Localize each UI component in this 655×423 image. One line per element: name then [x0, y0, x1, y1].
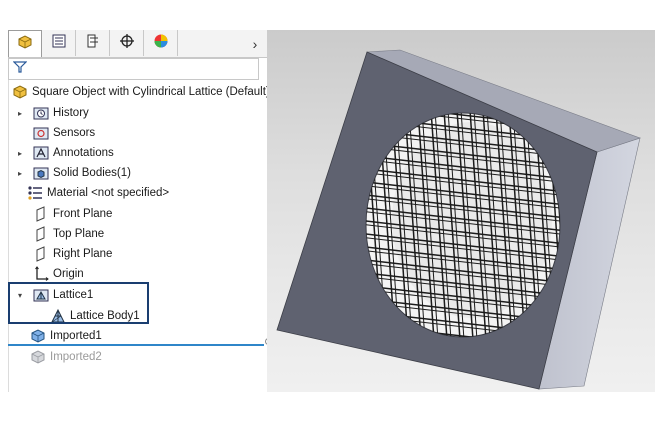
tree-item-front-plane[interactable]: Front Plane	[13, 204, 112, 224]
imported-body-icon	[30, 349, 46, 365]
property-manager-icon	[51, 33, 67, 54]
expand-arrow-icon[interactable]: ▸	[15, 168, 25, 178]
expand-arrow-icon[interactable]: ▸	[15, 148, 25, 158]
plane-icon	[33, 226, 49, 242]
tree-root-part[interactable]: Square Object with Cylindrical Lattice (…	[12, 82, 270, 102]
part-icon	[12, 84, 28, 100]
tree-item-label: Top Plane	[53, 228, 105, 240]
tree-item-history[interactable]: ▸ History	[13, 103, 89, 123]
tree-item-top-plane[interactable]: Top Plane	[13, 224, 104, 244]
rollback-bar[interactable]	[8, 344, 264, 346]
tab-configuration-manager[interactable]	[76, 30, 110, 56]
tab-display-manager[interactable]	[144, 30, 178, 56]
tree-item-label: Front Plane	[53, 208, 113, 220]
dimxpert-icon	[119, 33, 135, 54]
display-manager-icon	[153, 33, 169, 54]
filter-icon	[12, 60, 28, 79]
tree-item-label: Origin	[53, 268, 84, 280]
feature-tree-filter[interactable]	[8, 58, 259, 80]
tree-item-material[interactable]: Material <not specified>	[13, 183, 169, 203]
model-view	[276, 49, 641, 390]
tree-item-imported2[interactable]: Imported2	[13, 347, 102, 367]
tab-dimxpert-manager[interactable]	[110, 30, 144, 56]
expand-arrow-icon[interactable]: ▸	[15, 108, 25, 118]
tree-item-label: Imported2	[50, 351, 102, 363]
tab-property-manager[interactable]	[42, 30, 76, 56]
imported-body-icon	[30, 328, 46, 344]
tree-item-label: Imported1	[50, 330, 102, 342]
tree-item-label: Right Plane	[53, 248, 113, 260]
tree-item-sensors[interactable]: Sensors	[13, 123, 95, 143]
tree-item-imported1[interactable]: Imported1	[13, 326, 102, 346]
sensors-icon	[33, 125, 49, 141]
solid-bodies-folder-icon	[33, 165, 49, 181]
tree-item-label: Annotations	[53, 147, 114, 159]
annotations-icon	[33, 145, 49, 161]
plane-icon	[33, 246, 49, 262]
configuration-manager-icon	[85, 33, 101, 54]
tree-item-solid-bodies[interactable]: ▸ Solid Bodies(1)	[13, 163, 131, 183]
plane-icon	[33, 206, 49, 222]
tree-item-right-plane[interactable]: Right Plane	[13, 244, 112, 264]
tree-item-label: Solid Bodies(1)	[53, 167, 131, 179]
tree-item-label: Material <not specified>	[47, 187, 170, 199]
material-icon	[27, 185, 43, 201]
more-tabs-chevron-icon[interactable]: ›	[243, 30, 267, 57]
graphics-viewport[interactable]	[267, 30, 655, 392]
lattice-highlight-box	[8, 282, 149, 324]
origin-icon	[33, 266, 49, 282]
tree-root-label: Square Object with Cylindrical Lattice (…	[32, 86, 270, 98]
tree-item-label: History	[53, 107, 89, 119]
tab-feature-manager[interactable]	[8, 30, 42, 57]
tree-item-origin[interactable]: Origin	[13, 264, 84, 284]
part-icon	[17, 34, 33, 55]
feature-manager-tabs: ›	[8, 30, 267, 58]
tree-item-annotations[interactable]: ▸ Annotations	[13, 143, 114, 163]
history-folder-icon	[33, 105, 49, 121]
tree-item-label: Sensors	[53, 127, 96, 139]
